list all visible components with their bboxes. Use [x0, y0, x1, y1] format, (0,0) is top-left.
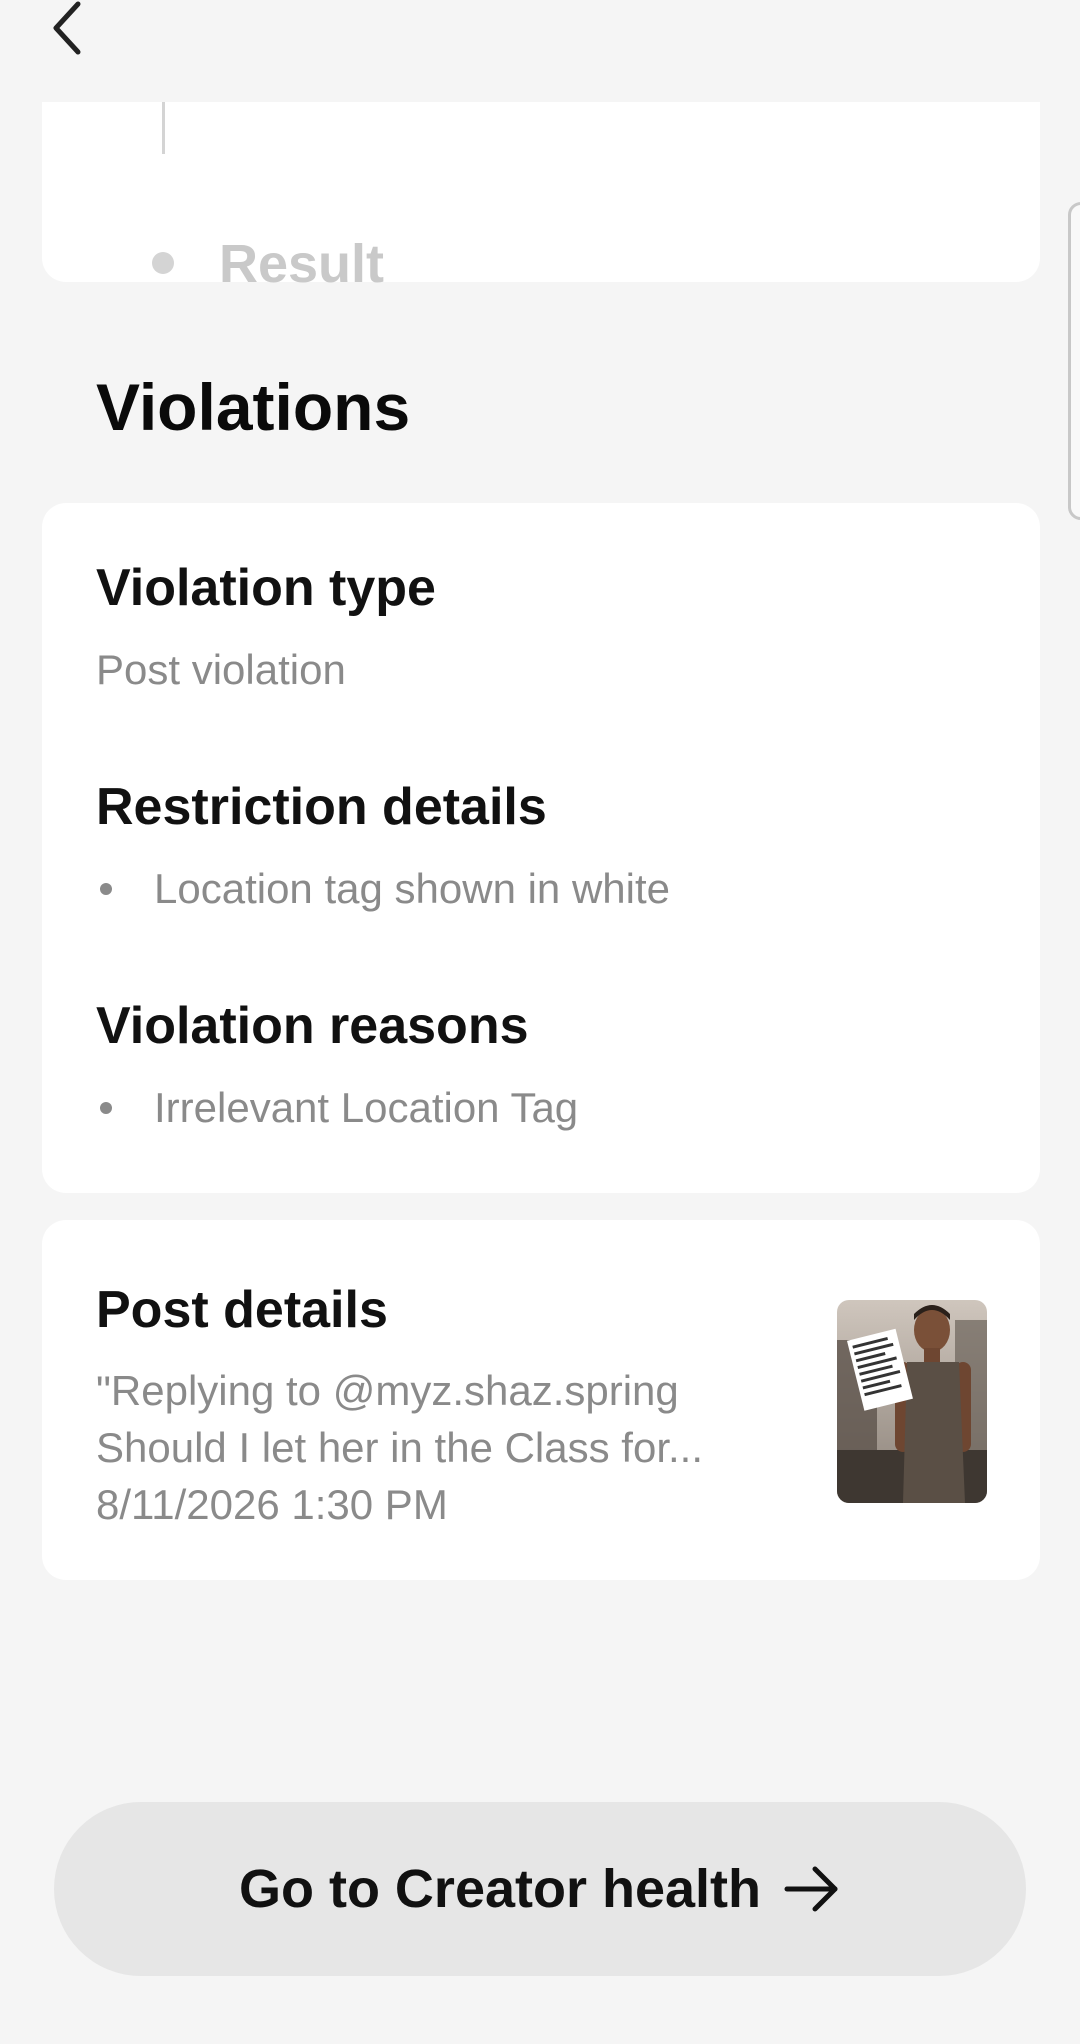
arrow-right-icon: [783, 1860, 841, 1918]
reason-item: Irrelevant Location Tag: [96, 1083, 578, 1133]
violations-card: Violation type Post violation Restrictio…: [42, 503, 1040, 1193]
post-thumbnail-image: [837, 1300, 987, 1503]
post-caption-line-1: "Replying to @myz.shaz.spring: [96, 1367, 679, 1414]
restriction-item: Location tag shown in white: [96, 864, 670, 914]
timeline-line: [162, 102, 165, 154]
post-details-title: Post details: [96, 1281, 388, 1339]
go-to-creator-health-button[interactable]: Go to Creator health: [54, 1802, 1026, 1976]
violation-type-label: Violation type: [96, 559, 436, 617]
cta-label: Go to Creator health: [238, 1859, 762, 1919]
section-title-violations: Violations: [96, 370, 411, 444]
post-caption-line-2: Should I let her in the Class for...: [96, 1424, 703, 1471]
bullet-icon: [100, 883, 112, 895]
timeline-step-result: Result: [219, 234, 385, 294]
progress-card: Result: [42, 102, 1040, 294]
post-timestamp: 8/11/2026 1:30 PM: [96, 1481, 448, 1528]
chevron-left-icon: [53, 1, 81, 55]
violation-reasons-label: Violation reasons: [96, 997, 529, 1055]
timeline-dot: [152, 252, 174, 274]
back-button[interactable]: [40, 0, 100, 60]
scroll-indicator[interactable]: [1068, 202, 1080, 520]
restriction-details-label: Restriction details: [96, 778, 547, 836]
post-details-card[interactable]: Post details "Replying to @myz.shaz.spri…: [42, 1220, 1040, 1580]
violation-type-value: Post violation: [96, 646, 346, 693]
post-thumbnail[interactable]: [837, 1300, 987, 1503]
restriction-item-text: Location tag shown in white: [154, 865, 670, 912]
bullet-icon: [100, 1102, 112, 1114]
reason-item-text: Irrelevant Location Tag: [154, 1084, 579, 1131]
